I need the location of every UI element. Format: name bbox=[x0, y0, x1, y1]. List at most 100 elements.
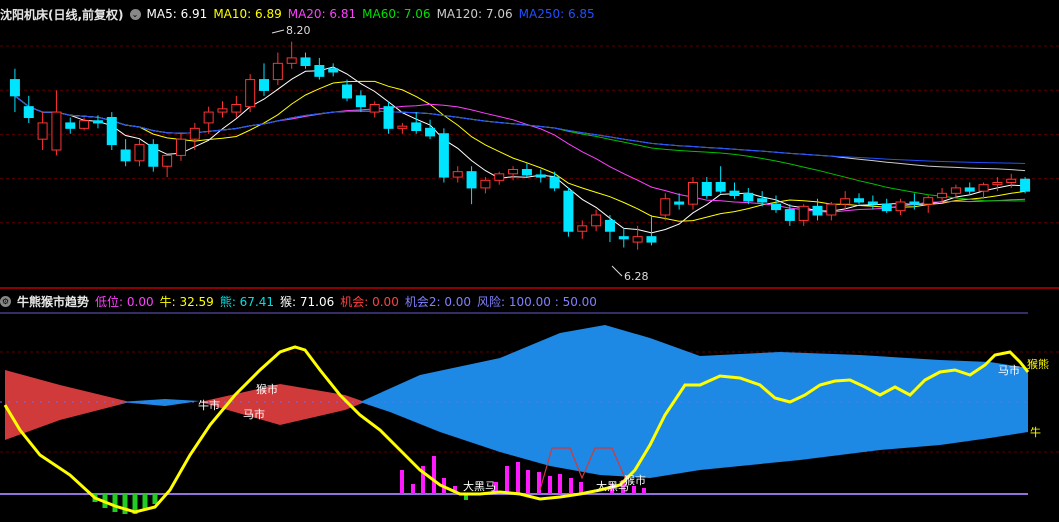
candle[interactable] bbox=[854, 193, 865, 205]
candle[interactable] bbox=[591, 209, 602, 232]
indicator-menu-icon[interactable]: ⚙ bbox=[0, 295, 11, 307]
candle[interactable] bbox=[881, 198, 892, 213]
low-price-arrow bbox=[611, 265, 623, 277]
candle[interactable] bbox=[743, 187, 754, 205]
candle[interactable] bbox=[1020, 177, 1031, 194]
candle[interactable] bbox=[604, 215, 615, 243]
candle-body bbox=[508, 169, 519, 175]
candle[interactable] bbox=[328, 63, 339, 77]
candle[interactable] bbox=[51, 90, 62, 156]
candle-body bbox=[1020, 178, 1031, 192]
candle[interactable] bbox=[397, 122, 408, 134]
candle[interactable] bbox=[37, 112, 48, 150]
monkey-market-label-2: 猴市 bbox=[624, 473, 646, 487]
candle[interactable] bbox=[978, 182, 989, 199]
monkey-bear-side-label: 猴熊 bbox=[1027, 357, 1049, 371]
candle-body bbox=[715, 182, 726, 192]
candle-body bbox=[148, 144, 159, 167]
candle[interactable] bbox=[259, 63, 269, 96]
bull-line bbox=[3, 345, 1030, 514]
candle[interactable] bbox=[937, 187, 948, 202]
candle[interactable] bbox=[549, 171, 560, 192]
dark-horse-label-1: 大黑马 bbox=[463, 479, 496, 493]
candle-body bbox=[895, 201, 906, 212]
candle[interactable] bbox=[300, 52, 311, 69]
candle[interactable] bbox=[480, 177, 491, 194]
candle[interactable] bbox=[369, 101, 380, 118]
candle[interactable] bbox=[867, 195, 878, 210]
candle[interactable] bbox=[840, 191, 851, 210]
candle[interactable] bbox=[314, 57, 325, 80]
candle-body bbox=[784, 209, 795, 221]
candle[interactable] bbox=[771, 195, 781, 213]
candle[interactable] bbox=[65, 117, 76, 134]
candle-body bbox=[563, 190, 574, 232]
candle-body bbox=[867, 201, 878, 205]
candle[interactable] bbox=[452, 166, 463, 183]
candle-body bbox=[245, 79, 256, 108]
candle-body bbox=[231, 104, 242, 113]
candle[interactable] bbox=[272, 52, 283, 86]
candle-body bbox=[618, 236, 629, 240]
candle[interactable] bbox=[701, 177, 712, 199]
candle-body bbox=[798, 205, 809, 221]
candle-body bbox=[771, 203, 781, 211]
candle[interactable] bbox=[175, 133, 186, 161]
candle[interactable] bbox=[923, 195, 934, 213]
candle[interactable] bbox=[826, 202, 837, 221]
candle[interactable] bbox=[411, 112, 422, 134]
candle[interactable] bbox=[134, 139, 145, 167]
candle-body bbox=[646, 236, 657, 243]
candle-body bbox=[466, 171, 477, 189]
candle[interactable] bbox=[203, 106, 214, 134]
candles-group bbox=[9, 41, 1031, 250]
candle-body bbox=[134, 144, 145, 162]
candle[interactable] bbox=[577, 220, 588, 239]
candle[interactable] bbox=[425, 119, 436, 140]
candle-body bbox=[950, 187, 961, 194]
candle[interactable] bbox=[646, 215, 657, 246]
candle-body bbox=[591, 214, 602, 227]
candle[interactable] bbox=[438, 128, 449, 183]
candle[interactable] bbox=[148, 139, 159, 172]
candle-body bbox=[369, 104, 380, 113]
candle[interactable] bbox=[23, 95, 34, 123]
ma10-line bbox=[14, 80, 1026, 222]
candle[interactable] bbox=[674, 193, 685, 210]
candle[interactable] bbox=[120, 139, 131, 167]
candle[interactable] bbox=[189, 122, 200, 150]
candle[interactable] bbox=[355, 90, 366, 113]
candle[interactable] bbox=[342, 79, 353, 102]
candle[interactable] bbox=[618, 228, 629, 248]
candle[interactable] bbox=[383, 101, 394, 134]
candle[interactable] bbox=[245, 74, 256, 113]
candlestick-chart[interactable]: 8.20 6.28 bbox=[0, 0, 1059, 287]
candle[interactable] bbox=[162, 154, 173, 178]
candle-body bbox=[51, 111, 62, 151]
dark-horse-label-2: 大黑马 bbox=[596, 479, 629, 493]
candle[interactable] bbox=[9, 68, 20, 113]
candle[interactable] bbox=[494, 171, 505, 185]
candle[interactable] bbox=[231, 95, 242, 118]
candle-body bbox=[425, 127, 436, 137]
candle-body bbox=[494, 173, 505, 181]
candle-body bbox=[438, 133, 449, 178]
candle-body bbox=[660, 198, 671, 216]
candle[interactable] bbox=[895, 198, 906, 215]
candle[interactable] bbox=[535, 169, 546, 183]
candle[interactable] bbox=[715, 166, 726, 194]
candle-body bbox=[480, 179, 491, 189]
candle[interactable] bbox=[563, 187, 574, 237]
candle[interactable] bbox=[687, 177, 698, 210]
chance-line bbox=[539, 447, 626, 491]
candle[interactable] bbox=[729, 182, 740, 199]
candle[interactable] bbox=[217, 101, 228, 118]
candle-body bbox=[937, 192, 948, 199]
indicator-title[interactable]: 牛熊猴市趋势 bbox=[17, 293, 89, 310]
candle-body bbox=[79, 120, 90, 129]
candle[interactable] bbox=[466, 166, 477, 205]
candle[interactable] bbox=[521, 163, 532, 178]
candle-body bbox=[854, 198, 865, 203]
candle[interactable] bbox=[106, 112, 117, 150]
candle[interactable] bbox=[660, 193, 671, 221]
